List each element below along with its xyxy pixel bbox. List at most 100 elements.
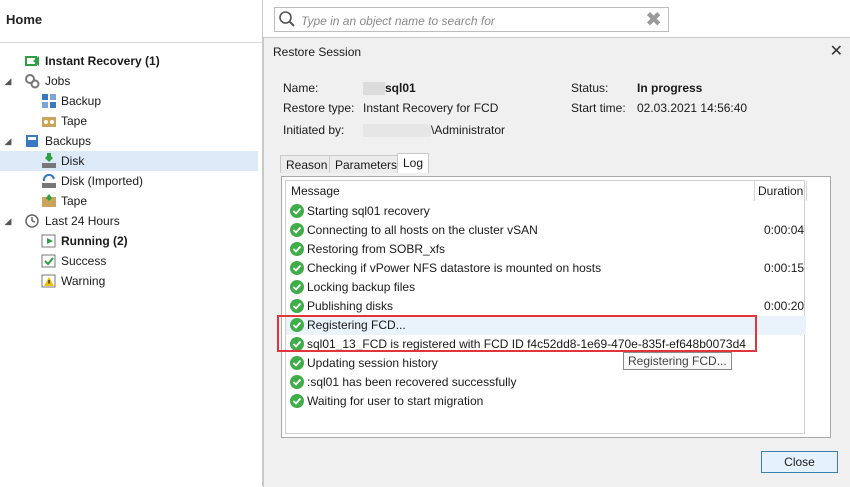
tab-reason[interactable]: Reason <box>280 155 334 173</box>
success-check-icon <box>290 223 304 237</box>
table-row-selected[interactable]: Registering FCD... <box>286 316 806 335</box>
search-icon <box>278 10 296 31</box>
pane-title: Home <box>6 12 43 27</box>
success-check-icon <box>290 280 304 294</box>
table-row[interactable]: Restoring from SOBR_xfs <box>286 240 806 259</box>
clear-search-icon[interactable]: ✖ <box>645 10 662 30</box>
log-message: Checking if vPower NFS datastore is moun… <box>307 261 602 275</box>
restore-type-value: Instant Recovery for FCD <box>363 101 499 115</box>
name-label: Name: <box>283 81 319 95</box>
table-row[interactable]: Connecting to all hosts on the cluster v… <box>286 221 806 240</box>
warning-icon <box>41 273 57 289</box>
tree-item-label: Disk <box>61 154 85 168</box>
collapse-arrow-icon[interactable]: ◢ <box>3 76 13 87</box>
running-icon <box>41 233 57 249</box>
tree-item-label: Jobs <box>45 74 71 88</box>
log-duration: 0:00:15 <box>764 261 805 275</box>
status-label: Status: <box>571 81 609 95</box>
log-duration: 0:00:20 <box>764 299 805 313</box>
tree-item-success[interactable]: Success <box>0 251 258 271</box>
tree-item-label: Backups <box>45 134 92 148</box>
disk-imported-icon <box>41 173 57 189</box>
table-row[interactable]: Waiting for user to start migration <box>286 392 806 411</box>
tree-item-label: Success <box>61 254 107 268</box>
backups-icon <box>24 133 40 149</box>
column-header-message[interactable]: Message <box>291 184 340 198</box>
tree-item-tape-jobs[interactable]: Tape <box>0 111 258 131</box>
log-message: Updating session history <box>307 356 438 370</box>
tree-item-last-24-hours[interactable]: ◢ Last 24 Hours <box>0 211 258 231</box>
tape-icon <box>41 193 57 209</box>
tree-item-backup-jobs[interactable]: Backup <box>0 91 258 111</box>
log-message: Registering FCD... <box>307 318 406 332</box>
tree-item-tape[interactable]: Tape <box>0 191 258 211</box>
tree-item-running[interactable]: Running (2) <box>0 231 258 251</box>
log-message: Restoring from SOBR_xfs <box>307 242 446 256</box>
log-duration: 0:00:04 <box>764 223 805 237</box>
instant-recovery-icon <box>24 53 40 69</box>
tab-log[interactable]: Log <box>397 153 430 173</box>
column-header-duration[interactable]: Duration <box>758 184 803 198</box>
close-icon[interactable]: ✕ <box>830 41 843 61</box>
success-check-icon <box>290 204 304 218</box>
status-value: In progress <box>637 81 703 95</box>
initiated-by-label: Initiated by: <box>283 123 345 137</box>
table-row[interactable]: :sql01 has been recovered successfully <box>286 373 806 392</box>
tree-item-label: Disk (Imported) <box>61 174 144 188</box>
tree-item-label: Running (2) <box>61 234 128 248</box>
success-check-icon <box>290 261 304 275</box>
success-check-icon <box>290 356 304 370</box>
tree-item-jobs[interactable]: ◢ Jobs <box>0 71 258 91</box>
success-check-icon <box>290 299 304 313</box>
tree-item-label: Backup <box>61 94 102 108</box>
tree-item-disk-imported[interactable]: Disk (Imported) <box>0 171 258 191</box>
restore-session-dialog: Restore Session ✕ Name: sql01 Restore ty… <box>263 37 850 487</box>
start-time-value: 02.03.2021 14:56:40 <box>637 101 748 115</box>
success-check-icon <box>290 337 304 351</box>
start-time-label: Start time: <box>571 101 626 115</box>
log-panel: Message Duration Starting sql01 recovery… <box>281 176 831 438</box>
name-value: sql01 <box>363 81 416 96</box>
tree-item-warning[interactable]: Warning <box>0 271 258 291</box>
success-check-icon <box>290 375 304 389</box>
tree-item-label: Instant Recovery (1) <box>45 54 160 68</box>
pane-divider <box>0 42 262 43</box>
close-button[interactable]: Close <box>761 451 838 473</box>
log-message: Starting sql01 recovery <box>307 204 430 218</box>
tree-item-label: Warning <box>61 274 106 288</box>
tab-parameters[interactable]: Parameters <box>329 155 404 173</box>
last-24-hours-icon <box>24 213 40 229</box>
success-icon <box>41 253 57 269</box>
tree-item-backups[interactable]: ◢ Backups <box>0 131 258 151</box>
disk-icon <box>41 153 57 169</box>
tree-item-instant-recovery[interactable]: Instant Recovery (1) <box>0 51 258 71</box>
tooltip: Registering FCD... <box>623 352 732 370</box>
success-check-icon <box>290 394 304 408</box>
tree-item-label: Tape <box>61 114 88 128</box>
table-row[interactable]: Publishing disks 0:00:20 <box>286 297 806 316</box>
tree-item-label: Tape <box>61 194 88 208</box>
navigation-pane: Home Instant Recovery (1) ◢ Jobs Backup … <box>0 0 263 486</box>
tape-job-icon <box>41 113 57 129</box>
column-divider <box>754 181 755 201</box>
tree-item-label: Last 24 Hours <box>45 214 120 228</box>
log-table[interactable]: Message Duration Starting sql01 recovery… <box>285 180 807 434</box>
table-row[interactable]: Checking if vPower NFS datastore is moun… <box>286 259 806 278</box>
success-check-icon <box>290 318 304 332</box>
search-input[interactable] <box>299 11 643 30</box>
table-row[interactable]: Starting sql01 recovery <box>286 202 806 221</box>
table-row[interactable]: Locking backup files <box>286 278 806 297</box>
collapse-arrow-icon[interactable]: ◢ <box>3 136 13 147</box>
initiated-by-value: \Administrator <box>363 123 505 138</box>
log-message: Publishing disks <box>307 299 394 313</box>
log-message: Connecting to all hosts on the cluster v… <box>307 223 538 237</box>
log-message: Waiting for user to start migration <box>307 394 484 408</box>
jobs-icon <box>24 73 40 89</box>
collapse-arrow-icon[interactable]: ◢ <box>3 216 13 227</box>
column-divider <box>806 181 807 201</box>
log-message: sql01_13_FCD is registered with FCD ID f… <box>307 337 746 351</box>
search-box: ✖ <box>274 7 669 32</box>
tree-item-disk[interactable]: Disk <box>0 151 258 171</box>
log-message: Locking backup files <box>307 280 416 294</box>
restore-type-label: Restore type: <box>283 101 355 115</box>
